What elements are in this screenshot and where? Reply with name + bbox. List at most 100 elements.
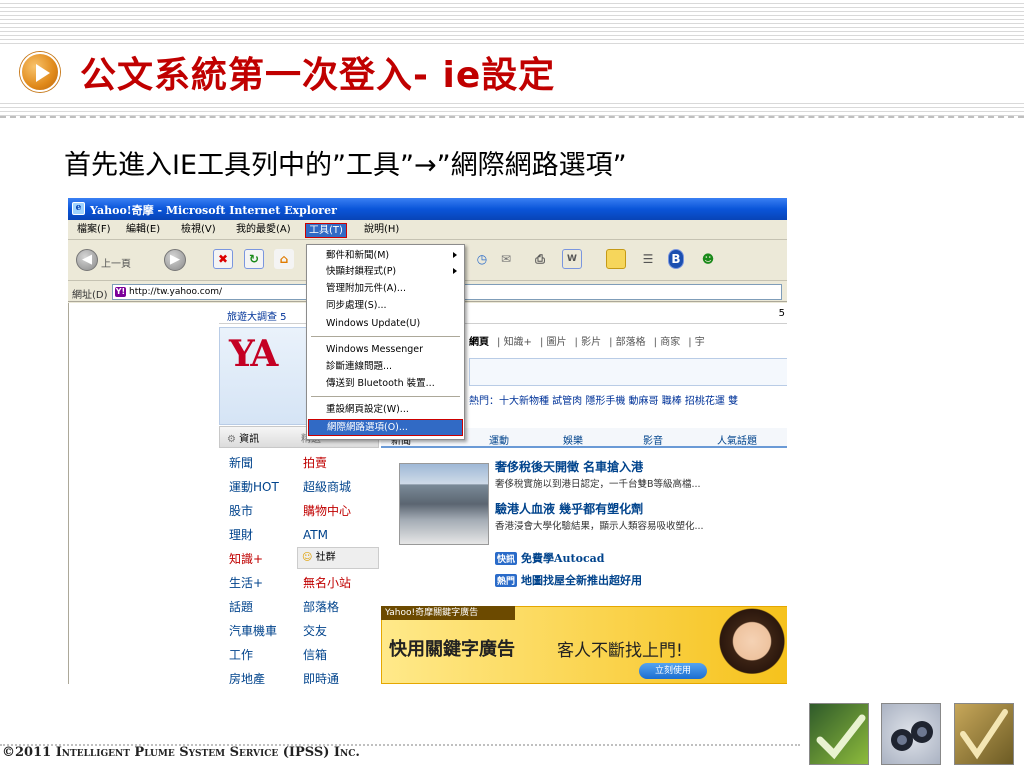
category-link[interactable]: 新聞 — [229, 451, 279, 475]
submenu-arrow-icon — [453, 268, 457, 274]
category-link[interactable]: 汽車機車 — [229, 619, 279, 643]
category-link[interactable]: 信箱 — [303, 643, 351, 667]
category-link[interactable]: 工作 — [229, 643, 279, 667]
category-link[interactable]: 運動HOT — [229, 475, 279, 499]
search-tab-knowledge[interactable]: 知識+ — [504, 337, 532, 348]
tools-dropdown-menu: 郵件和新聞(M) 快顯封鎖程式(P) 管理附加元件(A)... 同步處理(S).… — [306, 244, 465, 440]
footer-copyright: ©2011 Intelligent Plume System Service (… — [2, 745, 360, 760]
news-headline[interactable]: 驗港人血液 幾乎都有塑化劑 — [495, 500, 643, 517]
ie-title-bar: e Yahoo!奇摩 - Microsoft Internet Explorer — [68, 198, 787, 220]
ad-title[interactable]: 快用關鍵字廣告 — [389, 635, 515, 661]
menu-item-windows-messenger[interactable]: Windows Messenger — [308, 342, 463, 357]
menu-item-send-bluetooth[interactable]: 傳送到 Bluetooth 裝置... — [308, 376, 463, 391]
menu-view[interactable]: 檢視(V) — [178, 223, 219, 238]
search-tab-more[interactable]: 宇 — [695, 337, 705, 348]
ad-person-image — [719, 607, 785, 683]
menu-item-reset-web-settings[interactable]: 重設網頁設定(W)... — [308, 402, 463, 417]
category-link[interactable]: 房地產 — [229, 667, 279, 684]
edit-icon[interactable]: W — [562, 249, 582, 269]
yahoo-logo[interactable]: YA — [229, 333, 278, 375]
category-link[interactable]: 交友 — [303, 619, 351, 643]
search-tab-web[interactable]: 網頁 — [469, 337, 489, 348]
address-value: http://tw.yahoo.com/ — [129, 287, 223, 297]
category-link[interactable]: 拍賣 — [303, 451, 351, 475]
menu-item-windows-update[interactable]: Windows Update(U) — [308, 316, 463, 331]
news-summary: 奢侈稅實施以到港日認定，一千台雙B等級高檔... — [495, 479, 701, 490]
top-links[interactable]: 旅遊大調查 5 — [227, 308, 287, 323]
community-subheader: ☺ 社群 — [297, 547, 379, 569]
category-link[interactable]: 話題 — [229, 595, 279, 619]
discuss-icon[interactable] — [606, 249, 626, 269]
yahoo-favicon-icon: Y! — [115, 287, 126, 297]
category-link[interactable]: 理財 — [229, 523, 279, 547]
menu-item-synchronize[interactable]: 同步處理(S)... — [308, 298, 463, 313]
news-tab-sports[interactable]: 運動 — [489, 432, 509, 447]
news-headline[interactable]: 奢侈稅後天開徵 名車搶入港 — [495, 458, 643, 475]
binoculars-decor-icon — [881, 703, 941, 765]
bluetooth-icon[interactable]: B — [668, 249, 684, 269]
menu-item-diagnose-connection[interactable]: 診斷連線問題... — [308, 359, 463, 374]
menu-file[interactable]: 檔案(F) — [74, 223, 114, 238]
forward-arrow-icon[interactable]: ▶ — [164, 249, 186, 271]
ad-subtitle: 客人不斷找上門! — [557, 641, 683, 661]
search-tab-shop[interactable]: 商家 — [660, 337, 680, 348]
news-tab-entertainment[interactable]: 娛樂 — [563, 432, 583, 447]
research-icon[interactable]: ☰ — [638, 249, 658, 269]
menu-item-popup-blocker[interactable]: 快顯封鎖程式(P) — [308, 264, 463, 279]
menu-separator — [311, 336, 460, 337]
history-icon[interactable]: ◷ — [472, 249, 492, 269]
menu-favorites[interactable]: 我的最愛(A) — [233, 223, 294, 238]
print-icon[interactable]: ⎙ — [530, 249, 550, 269]
search-tab-video[interactable]: 影片 — [581, 337, 601, 348]
instruction-text: 首先進入IE工具列中的”工具”→”網際網路選項” — [64, 150, 627, 181]
category-header-info: ⚙ 資訊 — [227, 434, 260, 445]
slide-title: 公文系統第一次登入- ie設定 — [80, 55, 556, 96]
left-category-list: 新聞 運動HOT 股市 理財 知識+ 生活+ 話題 汽車機車 工作 房地產 — [229, 451, 279, 684]
category-link[interactable]: 無名小站 — [303, 571, 351, 595]
search-tab-blog[interactable]: 部落格 — [616, 337, 646, 348]
ad-use-now-button[interactable]: 立刻使用 — [639, 663, 707, 679]
menu-tools[interactable]: 工具(T) — [305, 223, 347, 238]
quick-link[interactable]: 熱門 地圖找屋全新推出超好用 — [495, 572, 642, 588]
news-tab-video[interactable]: 影音 — [643, 432, 663, 447]
menu-item-internet-options[interactable]: 網際網路選項(O)... — [308, 419, 463, 436]
mail-icon[interactable]: ✉ — [496, 249, 516, 269]
category-link[interactable]: 知識+ — [229, 547, 279, 571]
search-input[interactable] — [469, 358, 787, 386]
submenu-arrow-icon — [453, 252, 457, 258]
menu-edit[interactable]: 編輯(E) — [123, 223, 163, 238]
category-link[interactable]: ATM — [303, 523, 351, 547]
wrench-icon: ⚙ — [227, 434, 236, 445]
address-label: 網址(D) — [72, 290, 108, 301]
back-label[interactable]: 上一頁 — [101, 255, 131, 270]
hot-keywords[interactable]: 熱門：十大新物種 試管肉 隱形手機 動麻哥 職棒 招桃花運 雙 — [469, 392, 738, 407]
category-link[interactable]: 部落格 — [303, 595, 351, 619]
category-link[interactable]: 即時通 — [303, 667, 351, 684]
pen-check-decor-icon — [954, 703, 1014, 765]
ie-logo-icon: e — [72, 202, 85, 215]
smiley-icon: ☺ — [302, 552, 313, 563]
quick-link[interactable]: 快訊 免費學Autocad — [495, 550, 604, 566]
window-title: Yahoo!奇摩 - Microsoft Internet Explorer — [90, 204, 337, 217]
news-tab-popular[interactable]: 人氣話題 — [717, 432, 757, 447]
category-link[interactable]: 股市 — [229, 499, 279, 523]
category-link[interactable]: 超級商城 — [303, 475, 351, 499]
menu-bar: 檔案(F) 編輯(E) 檢視(V) 我的最愛(A) 工具(T) 說明(H) — [68, 220, 787, 240]
news-summary: 香港浸會大學化驗結果，顯示人類容易吸收塑化... — [495, 521, 704, 532]
stop-icon[interactable]: ✖ — [213, 249, 233, 269]
messenger-icon[interactable]: ☻ — [698, 249, 718, 269]
menu-item-mail-news[interactable]: 郵件和新聞(M) — [308, 248, 463, 263]
menu-item-manage-addons[interactable]: 管理附加元件(A)... — [308, 281, 463, 296]
play-bullet-icon — [20, 52, 60, 92]
menu-help[interactable]: 說明(H) — [361, 223, 402, 238]
back-arrow-icon[interactable]: ◀ — [76, 249, 98, 271]
news-photo[interactable] — [399, 463, 489, 545]
refresh-icon[interactable]: ↻ — [244, 249, 264, 269]
search-tab-images[interactable]: 圖片 — [547, 337, 567, 348]
category-link[interactable]: 生活+ — [229, 571, 279, 595]
category-link[interactable]: 購物中心 — [303, 499, 351, 523]
home-icon[interactable]: ⌂ — [274, 249, 294, 269]
ad-tag: Yahoo!奇摩關鍵字廣告 — [381, 606, 515, 620]
top-right-number: 5 — [778, 308, 785, 319]
top-rule — [219, 323, 787, 324]
